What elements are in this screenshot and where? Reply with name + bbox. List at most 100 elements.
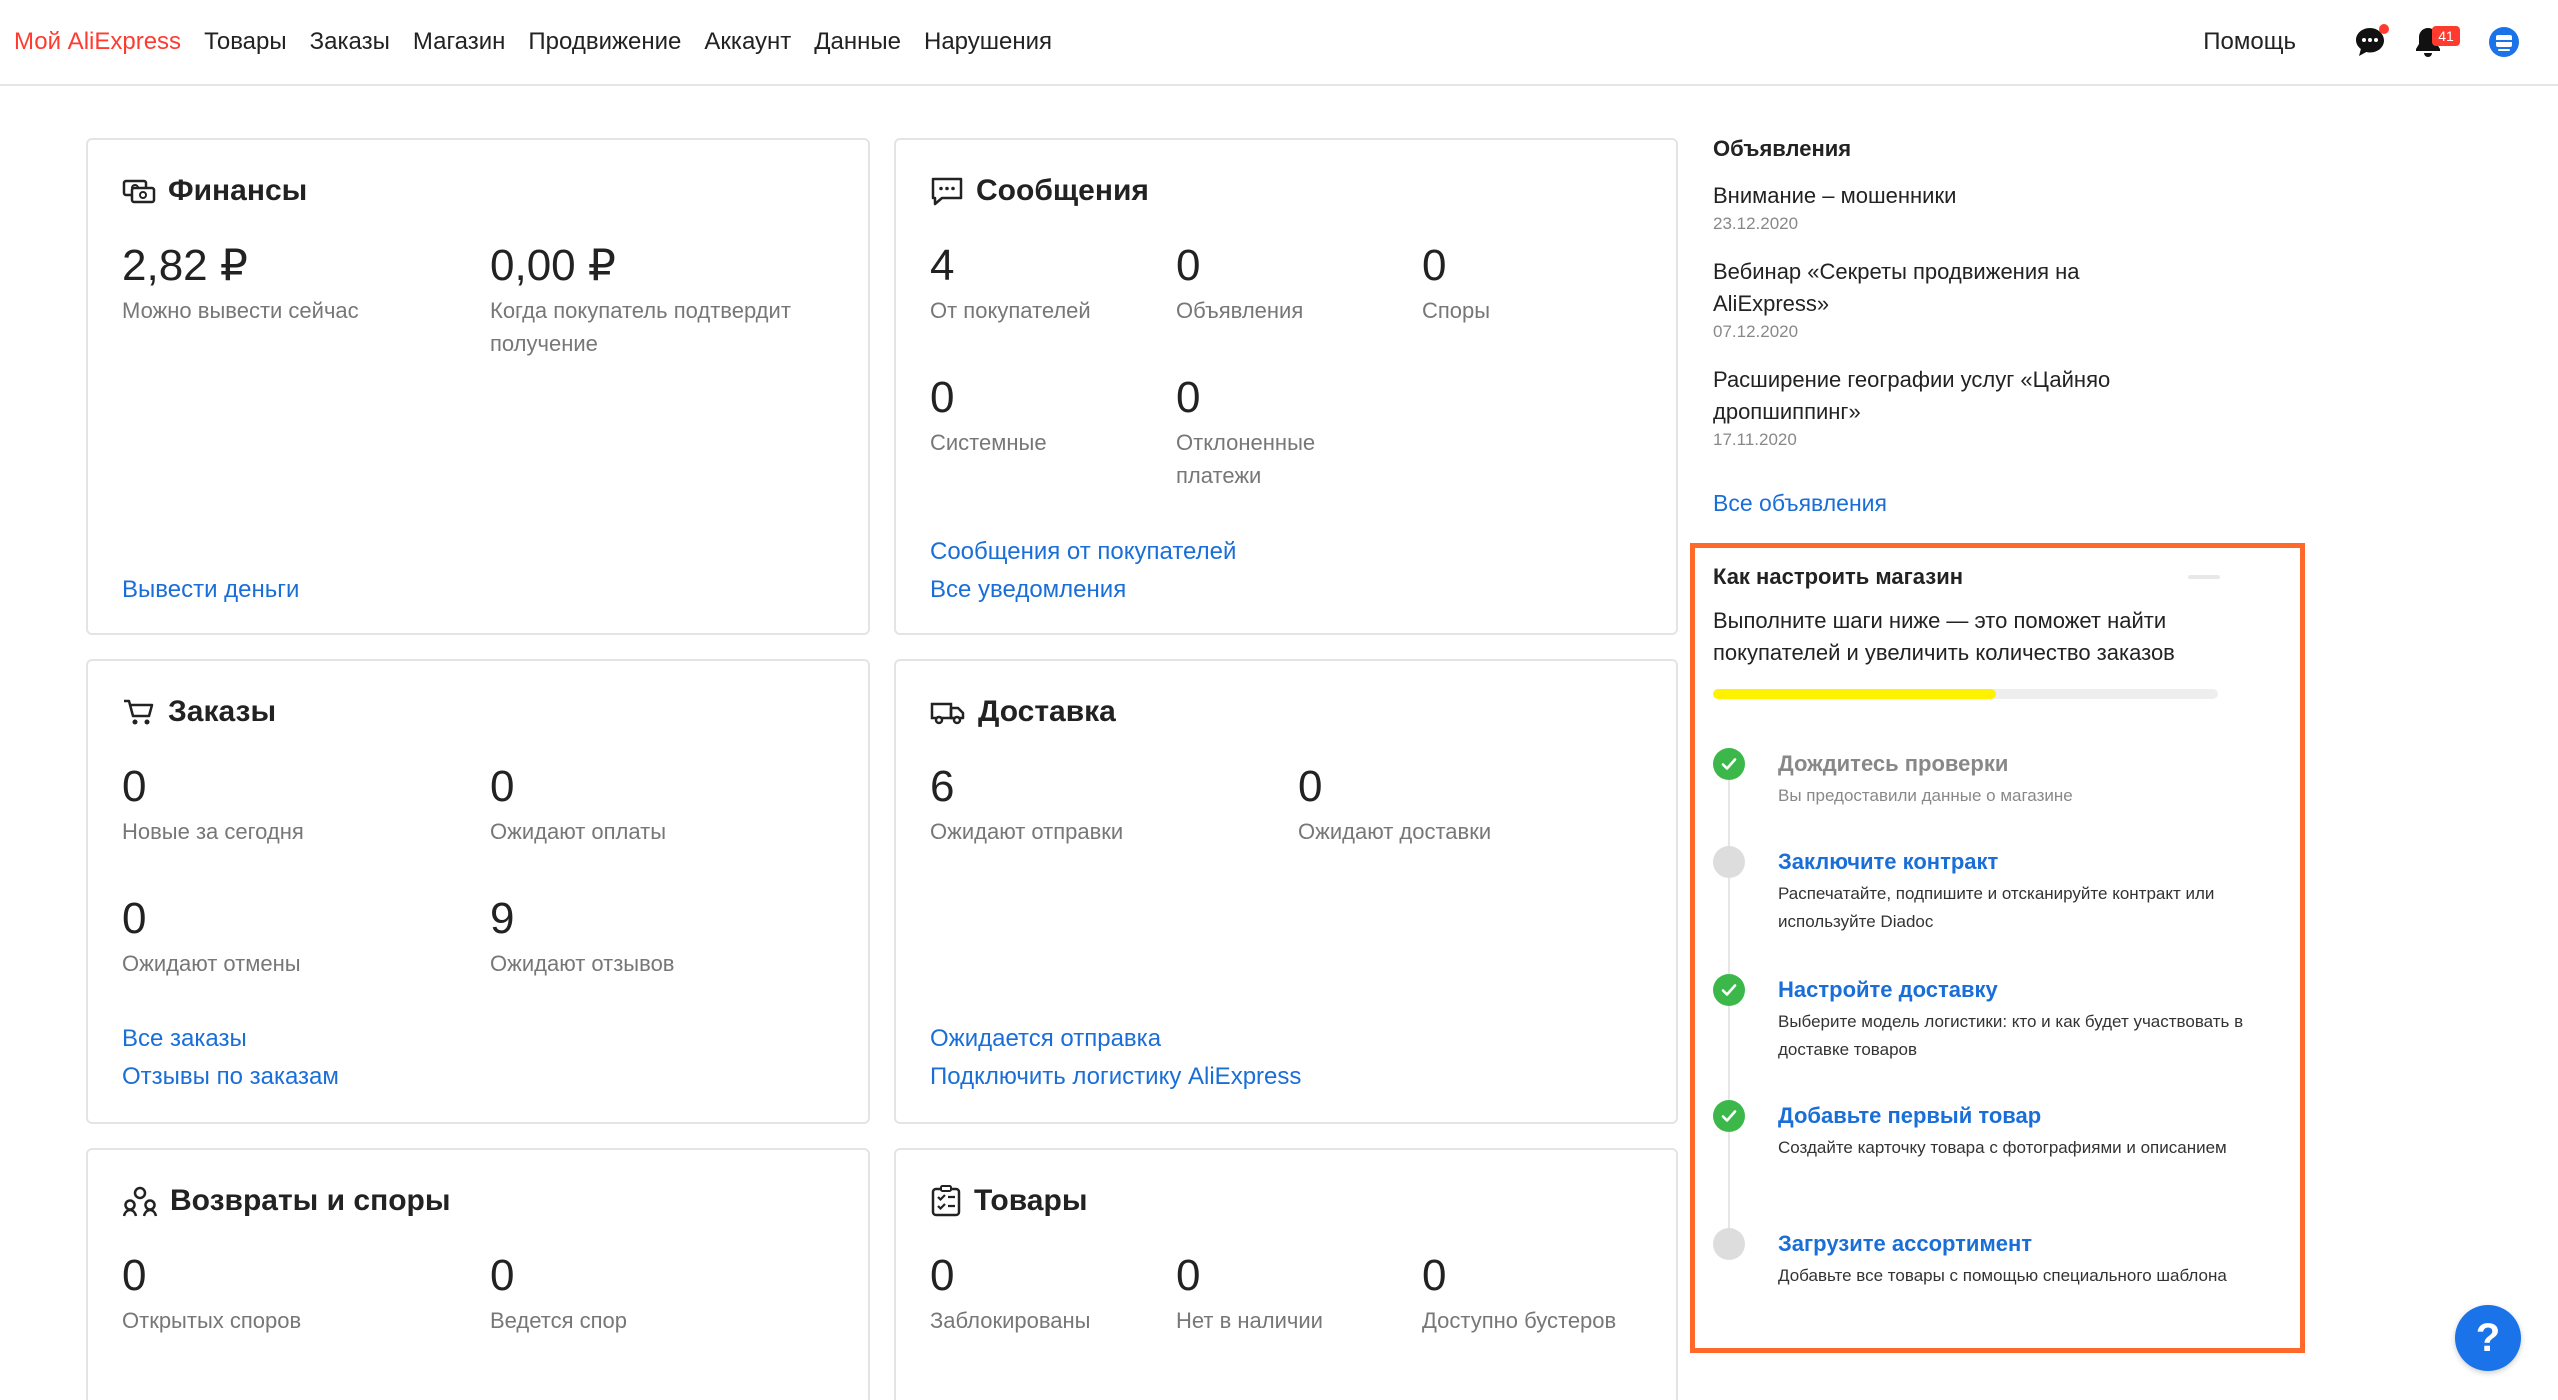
nav-brand-my-aliexpress[interactable]: Мой AliExpress: [14, 28, 181, 56]
stat-label: Ожидают доставки: [1298, 819, 1492, 844]
chat-icon[interactable]: [2350, 22, 2390, 62]
announcement-item[interactable]: Расширение географии услуг «Цайняо дропш…: [1713, 364, 2133, 450]
finance-card: Финансы 2,82 ₽ Можно вывести сейчас 0,00…: [86, 138, 870, 635]
help-question-button[interactable]: ?: [2455, 1305, 2521, 1371]
nav-item-store[interactable]: Магазин: [413, 28, 506, 56]
delivery-card: Доставка 6 Ожидают отправки 0 Ожидают до…: [894, 659, 1678, 1124]
step-title[interactable]: Добавьте первый товар: [1778, 1100, 2283, 1132]
step-connector: [1728, 1006, 1730, 1100]
announcement-title[interactable]: Внимание – мошенники: [1713, 180, 2133, 212]
messages-card: Сообщения 4 От покупателей 0 Объявления …: [894, 138, 1678, 635]
stat-label: Заблокированы: [930, 1308, 1091, 1333]
all-orders-link[interactable]: Все заказы: [122, 1025, 247, 1053]
products-title: Товары: [974, 1184, 1088, 1217]
messages-stat-system: 0 Системные: [930, 372, 1160, 459]
nav-item-orders[interactable]: Заказы: [310, 28, 390, 56]
delivery-title: Доставка: [978, 695, 1116, 728]
profile-icon[interactable]: [2484, 22, 2524, 62]
announcement-title[interactable]: Расширение географии услуг «Цайняо дропш…: [1713, 364, 2133, 428]
step-title: Дождитесь проверки: [1778, 751, 2009, 776]
check-circle-icon: [1713, 1100, 1745, 1132]
connect-aliexpress-logistics-link[interactable]: Подключить логистику AliExpress: [930, 1063, 1301, 1091]
collapse-icon[interactable]: [2188, 575, 2220, 579]
nav-item-violations[interactable]: Нарушения: [924, 28, 1052, 56]
announcement-item[interactable]: Внимание – мошенники 23.12.2020: [1713, 180, 2133, 234]
setup-progress-fill: [1713, 689, 1996, 699]
orders-card-title: Заказы: [122, 695, 276, 729]
setup-step-sign-contract: Заключите контракт Распечатайте, подпиши…: [1713, 846, 2283, 974]
setup-step-add-first-product: Добавьте первый товар Создайте карточку …: [1713, 1100, 2283, 1228]
step-connector: [1728, 780, 1730, 846]
stat-label: Доступно бустеров: [1422, 1308, 1617, 1333]
stat-value: 0: [1422, 1251, 1447, 1300]
pending-circle-icon: [1713, 1228, 1745, 1260]
check-circle-icon: [1713, 974, 1745, 1006]
step-description: Добавьте все товары с помощью специально…: [1778, 1266, 2227, 1285]
step-title[interactable]: Загрузите ассортимент: [1778, 1228, 2283, 1260]
orders-stat-awaiting-payment: 0 Ожидают оплаты: [490, 761, 830, 848]
all-notifications-link[interactable]: Все уведомления: [930, 576, 1126, 604]
setup-description: Выполните шаги ниже — это поможет найти …: [1713, 608, 2175, 665]
stat-value: 0: [122, 762, 147, 811]
all-announcements-link[interactable]: Все объявления: [1713, 490, 1887, 517]
returns-stat-dispute-in-progress: 0 Ведется спор: [490, 1250, 830, 1337]
messages-stat-disputes: 0 Споры: [1422, 240, 1652, 327]
stat-label: Ожидают отзывов: [490, 951, 675, 976]
nav-item-data[interactable]: Данные: [814, 28, 901, 56]
stat-value: 0: [1422, 241, 1447, 290]
announcement-date: 23.12.2020: [1713, 214, 1799, 233]
withdraw-money-link[interactable]: Вывести деньги: [122, 576, 299, 604]
top-navigation-bar: Мой AliExpress Товары Заказы Магазин Про…: [0, 0, 2558, 86]
announcement-item[interactable]: Вебинар «Секреты продвижения на AliExpre…: [1713, 256, 2133, 342]
stat-label: Отклоненные платежи: [1176, 430, 1316, 488]
help-link[interactable]: Помощь: [2203, 28, 2296, 56]
check-circle-icon: [1713, 748, 1745, 780]
buyer-messages-link[interactable]: Сообщения от покупателей: [930, 538, 1236, 566]
setup-steps: Дождитесь проверки Вы предоставили данны…: [1713, 748, 2283, 1328]
stat-label: Открытых споров: [122, 1308, 302, 1333]
setup-step-configure-delivery: Настройте доставку Выберите модель логис…: [1713, 974, 2283, 1100]
finance-icon: [122, 179, 156, 204]
step-description: Выберите модель логистики: кто и как буд…: [1778, 1012, 2244, 1059]
finance-card-title: Финансы: [122, 174, 307, 208]
checklist-icon: [931, 1185, 961, 1217]
orders-stat-new-today: 0 Новые за сегодня: [122, 761, 462, 848]
stat-value: 2,82 ₽: [122, 241, 248, 290]
finance-stat-pending: 0,00 ₽ Когда покупатель подтвердит получ…: [490, 240, 840, 360]
stat-value: 0: [122, 894, 147, 943]
stat-label: Ведется спор: [490, 1308, 628, 1333]
products-stat-out-of-stock: 0 Нет в наличии: [1176, 1250, 1406, 1337]
orders-title: Заказы: [168, 695, 277, 728]
announcement-date: 17.11.2020: [1713, 430, 1797, 449]
stat-label: Системные: [930, 430, 1047, 455]
announcement-title[interactable]: Вебинар «Секреты продвижения на AliExpre…: [1713, 256, 2133, 320]
announcement-date: 07.12.2020: [1713, 322, 1799, 341]
stat-value: 4: [930, 241, 955, 290]
stat-value: 0: [930, 1251, 955, 1300]
step-description: Распечатайте, подпишите и отсканируйте к…: [1778, 884, 2215, 931]
delivery-stat-awaiting-shipment: 6 Ожидают отправки: [930, 761, 1270, 848]
products-stat-boosters-available: 0 Доступно бустеров: [1422, 1250, 1662, 1337]
stat-value: 6: [930, 762, 955, 811]
nav-item-products[interactable]: Товары: [204, 28, 287, 56]
products-stat-blocked: 0 Заблокированы: [930, 1250, 1160, 1337]
stat-value: 0: [930, 373, 955, 422]
order-reviews-link[interactable]: Отзывы по заказам: [122, 1063, 339, 1091]
stat-label: Новые за сегодня: [122, 819, 304, 844]
nav-item-promotion[interactable]: Продвижение: [528, 28, 681, 56]
bell-icon[interactable]: 41: [2408, 22, 2460, 62]
stat-value: 0: [1176, 241, 1201, 290]
step-title[interactable]: Заключите контракт: [1778, 846, 2283, 878]
nav-item-account[interactable]: Аккаунт: [704, 28, 791, 56]
returns-title: Возвраты и споры: [170, 1184, 451, 1217]
nav-right-group: Помощь 41: [2203, 0, 2524, 84]
awaiting-shipment-link[interactable]: Ожидается отправка: [930, 1025, 1161, 1053]
stat-value: 0: [1176, 1251, 1201, 1300]
step-connector: [1728, 1132, 1730, 1228]
step-title[interactable]: Настройте доставку: [1778, 974, 2283, 1006]
stat-value: 0,00 ₽: [490, 241, 616, 290]
stat-value: 0: [122, 1251, 147, 1300]
delivery-truck-icon: [930, 702, 965, 725]
returns-card-title: Возвраты и споры: [122, 1184, 450, 1218]
stat-value: 0: [1176, 373, 1201, 422]
